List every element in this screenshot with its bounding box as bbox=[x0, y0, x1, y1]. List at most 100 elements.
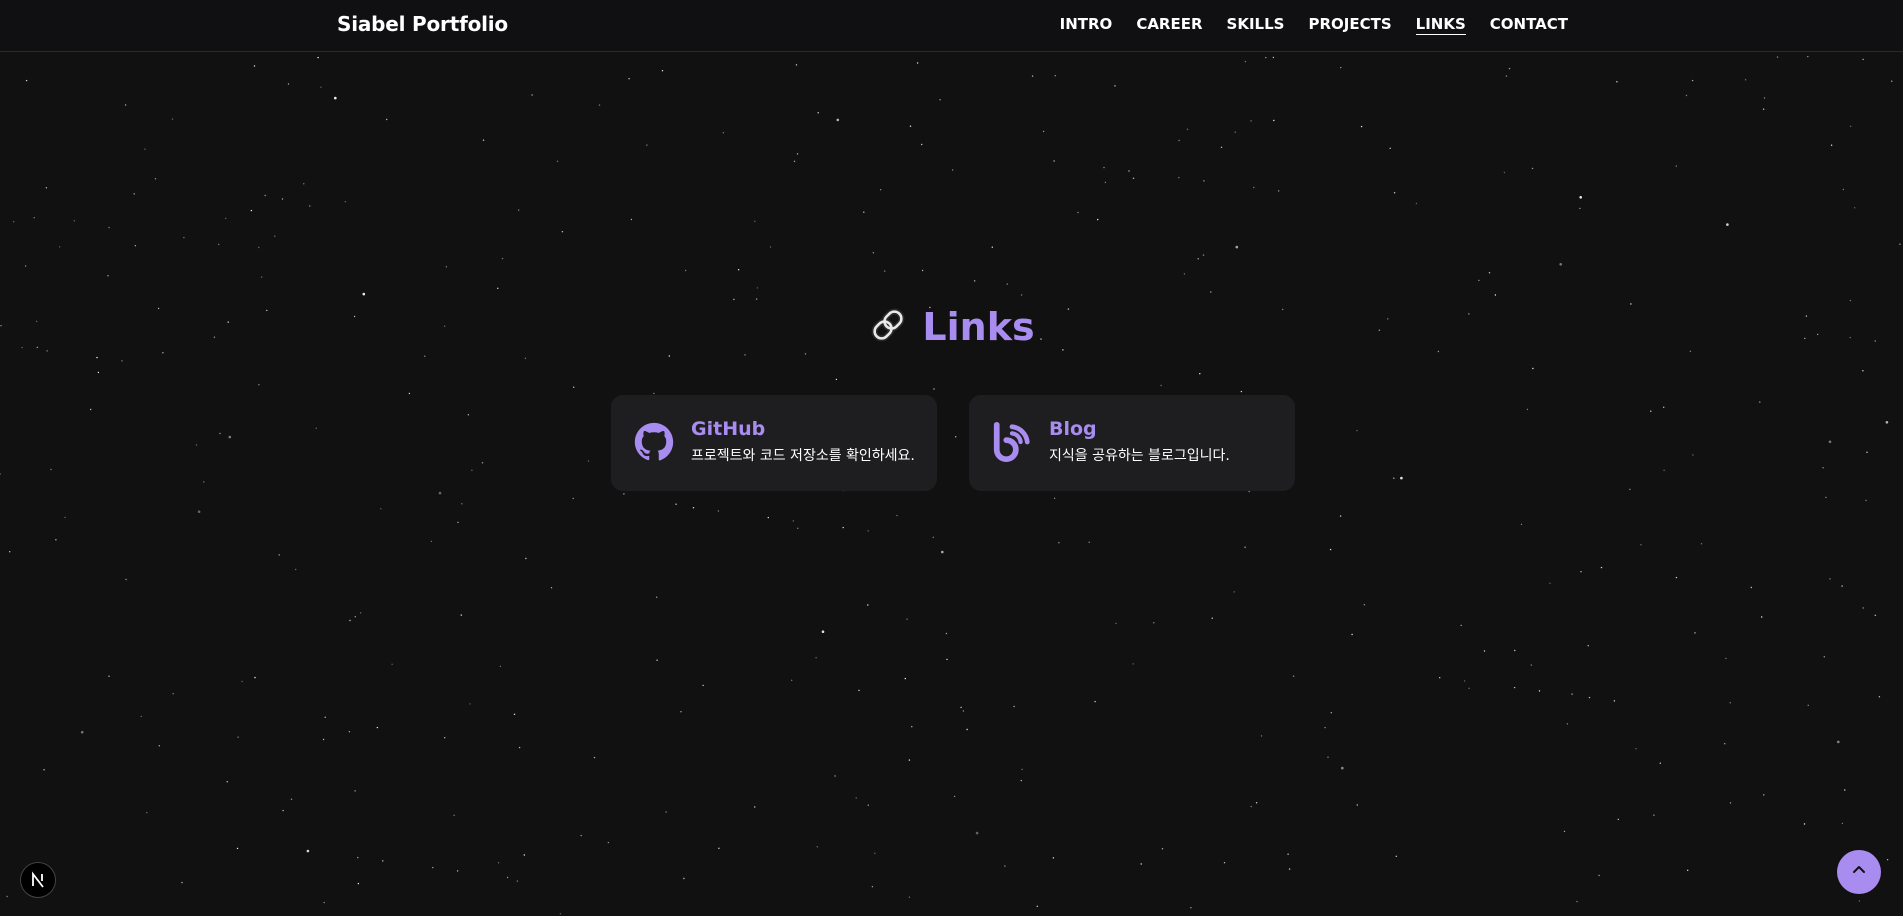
star bbox=[107, 275, 109, 277]
star bbox=[1842, 188, 1845, 191]
star bbox=[1330, 712, 1333, 714]
star bbox=[226, 781, 228, 783]
top-navbar: Siabel Portfolio INTRO CAREER SKILLS PRO… bbox=[0, 0, 1903, 52]
card-title: Blog bbox=[1049, 418, 1097, 440]
star bbox=[1849, 299, 1852, 302]
star bbox=[1288, 868, 1291, 870]
star bbox=[1566, 723, 1569, 725]
star bbox=[1508, 67, 1511, 70]
star bbox=[1244, 60, 1247, 63]
star bbox=[874, 852, 876, 854]
star bbox=[380, 508, 382, 510]
star bbox=[921, 269, 924, 272]
nav-career[interactable]: CAREER bbox=[1136, 15, 1202, 35]
star bbox=[871, 886, 874, 888]
star bbox=[1761, 616, 1763, 618]
star bbox=[241, 680, 243, 683]
star bbox=[939, 99, 941, 101]
star bbox=[1132, 663, 1134, 665]
star bbox=[834, 775, 836, 777]
star bbox=[1341, 766, 1344, 770]
star bbox=[933, 388, 935, 390]
star bbox=[1053, 160, 1055, 162]
star bbox=[1830, 144, 1833, 146]
nav-contact[interactable]: CONTACT bbox=[1490, 15, 1568, 35]
star bbox=[1640, 544, 1642, 546]
star bbox=[1613, 700, 1616, 702]
star bbox=[1223, 862, 1226, 864]
star bbox=[1750, 586, 1753, 589]
nav-skills[interactable]: SKILLS bbox=[1227, 15, 1285, 35]
star bbox=[134, 245, 137, 247]
star bbox=[1837, 740, 1840, 744]
next-logo-icon[interactable] bbox=[20, 862, 56, 898]
star bbox=[482, 139, 485, 141]
star bbox=[1724, 743, 1726, 745]
star bbox=[334, 96, 337, 100]
scroll-to-top-button[interactable] bbox=[1837, 850, 1881, 894]
card-title: GitHub bbox=[691, 418, 766, 440]
star bbox=[518, 209, 520, 211]
star bbox=[1689, 350, 1692, 352]
star bbox=[1255, 802, 1258, 804]
star bbox=[506, 876, 509, 879]
star bbox=[1598, 874, 1600, 877]
star bbox=[471, 469, 473, 471]
star bbox=[1021, 768, 1023, 771]
star bbox=[1744, 79, 1747, 81]
star bbox=[457, 521, 459, 524]
star bbox=[593, 756, 596, 759]
star bbox=[1052, 857, 1055, 859]
star bbox=[158, 745, 160, 747]
star bbox=[1393, 477, 1395, 479]
card-description: 지식을 공유하는 블로그입니다. bbox=[1049, 448, 1230, 464]
star bbox=[1161, 848, 1164, 850]
star bbox=[908, 896, 911, 898]
star bbox=[1663, 406, 1665, 408]
star bbox=[203, 481, 205, 483]
star bbox=[424, 355, 426, 357]
brand-logo-text[interactable]: Siabel Portfolio bbox=[337, 12, 508, 36]
star bbox=[1153, 622, 1155, 624]
star bbox=[1463, 680, 1466, 682]
star bbox=[357, 856, 359, 859]
star bbox=[1062, 349, 1064, 351]
star bbox=[821, 630, 825, 633]
star bbox=[1563, 830, 1566, 833]
star bbox=[1253, 186, 1255, 189]
star bbox=[1202, 254, 1205, 256]
star bbox=[1132, 177, 1135, 179]
star bbox=[444, 737, 446, 739]
blog-link-card[interactable]: Blog 지식을 공유하는 블로그입니다. bbox=[969, 395, 1295, 491]
star bbox=[793, 160, 796, 162]
nav-intro[interactable]: INTRO bbox=[1060, 15, 1113, 35]
nav-links[interactable]: LINKS bbox=[1415, 15, 1466, 35]
star bbox=[1460, 624, 1462, 627]
star bbox=[1478, 279, 1480, 282]
star bbox=[1234, 131, 1236, 133]
star bbox=[253, 65, 256, 67]
github-link-card[interactable]: GitHub 프로젝트와 코드 저장소를 확인하세요. bbox=[611, 395, 937, 491]
star bbox=[754, 806, 756, 808]
star bbox=[1160, 384, 1162, 387]
star bbox=[916, 62, 919, 64]
star bbox=[572, 497, 574, 500]
star bbox=[1841, 585, 1843, 587]
star bbox=[702, 684, 704, 687]
star bbox=[1393, 192, 1396, 194]
star bbox=[456, 870, 459, 872]
star bbox=[1520, 523, 1523, 526]
star bbox=[281, 198, 284, 200]
star bbox=[9, 551, 11, 553]
star bbox=[573, 386, 575, 388]
nav-projects[interactable]: PROJECTS bbox=[1308, 15, 1391, 35]
star bbox=[306, 849, 310, 853]
star bbox=[797, 527, 799, 529]
star bbox=[295, 568, 297, 571]
star bbox=[1088, 541, 1090, 543]
star bbox=[754, 220, 756, 222]
star bbox=[320, 86, 322, 88]
star bbox=[499, 665, 502, 668]
star bbox=[469, 703, 471, 705]
star bbox=[264, 194, 266, 197]
